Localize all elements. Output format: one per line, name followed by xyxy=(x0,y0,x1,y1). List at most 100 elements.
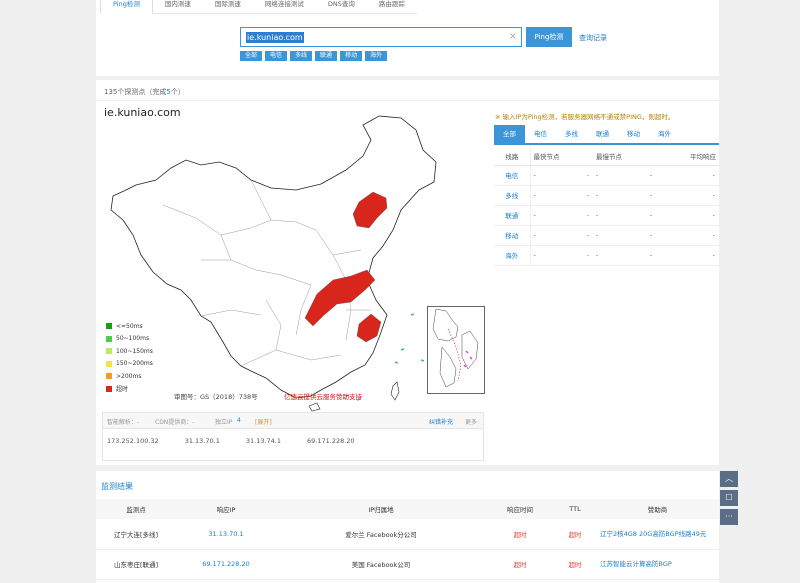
back-to-top-button[interactable]: ︿ xyxy=(720,471,738,487)
slowest-cell: - xyxy=(593,225,656,246)
net-tab-telecom[interactable]: 电信 xyxy=(525,125,556,143)
average-cell: - xyxy=(656,165,719,186)
legend-item: >200ms xyxy=(106,370,153,383)
net-tab-mobile[interactable]: 移动 xyxy=(618,125,649,143)
chevron-up-icon: ︿ xyxy=(725,474,733,483)
history-link[interactable]: 查询记录 xyxy=(579,33,607,43)
table-row: 辽宁大连[多线] 31.13.70.1 爱尔兰 Facebook分公司 超时 超… xyxy=(96,519,719,550)
filter-overseas-button[interactable]: 海外 xyxy=(365,51,388,61)
sponsor-link[interactable]: 辽宁2核4G8 20G高防BGP线路49元 xyxy=(596,519,719,550)
legend-swatch xyxy=(106,373,112,380)
response-time-cell: 超时 xyxy=(486,519,554,550)
average-cell: - xyxy=(656,245,719,266)
map-approval-number: 审图号：GS（2018）738号 xyxy=(174,393,258,401)
slowest-cell: - xyxy=(593,245,656,266)
isp-cell: 多线 xyxy=(494,185,531,206)
ping-summary-table: 线路 最快节点 最慢节点 平均响应 电信 - - - 多线 - - - 联通 -… xyxy=(494,147,719,266)
feedback-icon: ☐ xyxy=(725,493,733,502)
close-icon[interactable]: × xyxy=(509,31,517,43)
south-sea-inset-map xyxy=(432,308,479,388)
slowest-cell: - xyxy=(593,185,656,206)
legend-swatch xyxy=(106,348,112,355)
more-icon: ··· xyxy=(725,512,733,521)
fastest-cell: - xyxy=(530,185,593,206)
search-card: Ping检测 国内测速 国际测速 网络连接测试 DNS查询 路由跟踪 ie.ku… xyxy=(96,0,719,76)
ip-item: 69.171.228.20 xyxy=(307,437,355,445)
tab-dns[interactable]: DNS查询 xyxy=(315,0,367,14)
filter-multiline-button[interactable]: 多线 xyxy=(290,51,313,61)
column-header: 最快节点 xyxy=(530,147,593,166)
column-header: 赞助商 xyxy=(596,499,719,519)
filter-unicom-button[interactable]: 联通 xyxy=(315,51,338,61)
monitor-point-cell: 辽宁大连[多线] xyxy=(96,519,176,550)
probe-count: 135个探测点（完成5个） xyxy=(104,88,185,96)
fastest-cell: - xyxy=(530,225,593,246)
legend-item: 150~200ms xyxy=(106,358,153,371)
column-header: 平均响应 xyxy=(656,147,719,166)
fastest-cell: - xyxy=(530,245,593,266)
cdn-label: CDN提供商：- xyxy=(155,419,195,426)
fastest-cell: - xyxy=(530,205,593,226)
latency-legend: <=50ms 50~100ms 100~150ms 150~200ms >200… xyxy=(106,320,153,395)
unique-ip-count: 4 xyxy=(237,417,241,424)
ip-info-box: 智能解析：- CDN提供商：- 独立IP 4 [展开] 纠错补充 更多 173.… xyxy=(102,412,484,461)
table-row: 移动 - - - xyxy=(494,225,719,246)
legend-swatch xyxy=(106,360,112,367)
ping-button[interactable]: Ping检测 xyxy=(526,27,572,47)
isp-filter-row: 全部 电信 多线 联通 移动 海外 xyxy=(240,51,388,61)
sponsor-note[interactable]: 亿速云提供云服务赞助支持 xyxy=(284,391,362,401)
search-value: ie.kuniao.com xyxy=(246,32,304,43)
column-header: IP归属地 xyxy=(276,499,486,519)
net-tab-multiline[interactable]: 多线 xyxy=(556,125,587,143)
legend-swatch xyxy=(106,323,112,330)
tab-connection-test[interactable]: 网络连接测试 xyxy=(252,0,316,14)
average-cell: - xyxy=(656,205,719,226)
isp-cell: 移动 xyxy=(494,225,531,246)
response-time-cell: 超时 xyxy=(486,549,554,580)
expand-link[interactable]: [展开] xyxy=(255,417,272,426)
isp-cell: 电信 xyxy=(494,165,531,186)
column-header: 线路 xyxy=(494,147,531,166)
divider xyxy=(96,100,719,101)
search-input[interactable]: ie.kuniao.com × xyxy=(240,27,522,47)
net-tab-overseas[interactable]: 海外 xyxy=(649,125,680,143)
smart-resolve-label: 智能解析：- xyxy=(107,419,140,426)
response-ip-cell[interactable]: 69.171.228.20 xyxy=(176,549,276,580)
china-outline xyxy=(110,115,437,399)
response-ip-cell[interactable]: 31.13.70.1 xyxy=(176,519,276,550)
ttl-cell: 超时 xyxy=(554,519,596,550)
isp-cell: 海外 xyxy=(494,245,531,266)
sponsor-link[interactable]: 江苏智能云计算高防BGP xyxy=(596,549,719,580)
column-header: 响应IP xyxy=(176,499,276,519)
legend-item: 超时 xyxy=(106,383,153,396)
filter-all-button[interactable]: 全部 xyxy=(240,51,263,61)
tab-domestic-speed[interactable]: 国内测速 xyxy=(152,0,203,14)
table-header-row: 监测点 响应IP IP归属地 响应时间 TTL 赞助商 xyxy=(96,499,719,519)
filter-telecom-button[interactable]: 电信 xyxy=(265,51,288,61)
ttl-cell: 超时 xyxy=(554,549,596,580)
isp-cell: 联通 xyxy=(494,205,531,226)
net-tab-all[interactable]: 全部 xyxy=(494,125,525,143)
results-title: 监测结果 xyxy=(101,482,133,491)
slowest-cell: - xyxy=(593,205,656,226)
report-link[interactable]: 纠错补充 xyxy=(429,417,453,426)
feedback-button[interactable]: ☐ xyxy=(720,490,738,506)
unique-ip-label: 独立IP xyxy=(215,419,233,426)
legend-item: 50~100ms xyxy=(106,333,153,346)
ip-item: 31.13.74.1 xyxy=(245,437,282,445)
more-link[interactable]: 更多 xyxy=(465,417,477,426)
ip-location-cell: 爱尔兰 Facebook分公司 xyxy=(276,519,486,550)
filter-mobile-button[interactable]: 移动 xyxy=(340,51,363,61)
legend-swatch xyxy=(106,335,112,342)
column-header: TTL xyxy=(554,499,596,519)
table-row: 多线 - - - xyxy=(494,185,719,206)
map-card: 135个探测点（完成5个） ie.kuniao.com <=50ms 50~10… xyxy=(96,80,719,465)
region-hainan xyxy=(308,402,321,412)
results-table: 监测点 响应IP IP归属地 响应时间 TTL 赞助商 辽宁大连[多线] 31.… xyxy=(96,499,719,580)
legend-item: 100~150ms xyxy=(106,345,153,358)
more-button[interactable]: ··· xyxy=(720,509,738,525)
tab-ping[interactable]: Ping检测 xyxy=(100,0,153,14)
net-tab-unicom[interactable]: 联通 xyxy=(587,125,618,143)
tab-traceroute[interactable]: 路由跟踪 xyxy=(366,0,417,14)
tab-international-speed[interactable]: 国际测速 xyxy=(202,0,253,14)
